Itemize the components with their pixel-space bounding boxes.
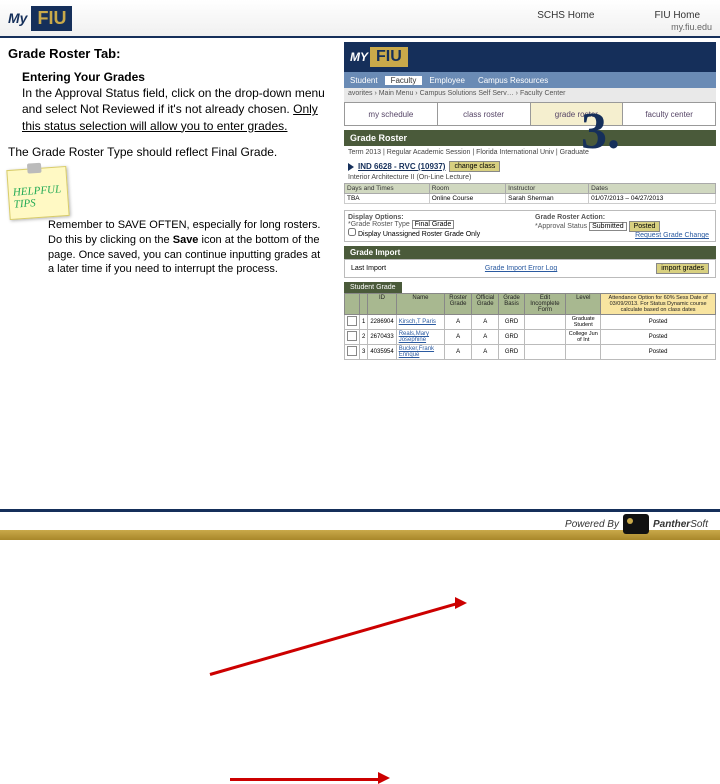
import-error-log-link[interactable]: Grade Import Error Log bbox=[485, 265, 557, 272]
entering-grades-heading: Entering Your Grades bbox=[22, 69, 328, 85]
app-banner: MY FIU bbox=[344, 42, 716, 72]
display-options: Display Options: *Grade Roster Type Fina… bbox=[344, 210, 716, 242]
tab-student[interactable]: Student bbox=[344, 76, 384, 85]
student-grade-tab[interactable]: Student Grade bbox=[344, 282, 402, 293]
row-checkbox[interactable] bbox=[347, 346, 357, 356]
helpful-tips-icon: HELPFUL TIPS bbox=[6, 166, 69, 220]
grade-import-row: Last Import Grade Import Error Log impor… bbox=[344, 259, 716, 278]
roster-col: Name bbox=[396, 294, 444, 315]
row-checkbox[interactable] bbox=[347, 331, 357, 341]
class-row: IND 6628 - RVC (10937) change class bbox=[344, 159, 716, 174]
term-info: Term 2013 | Regular Academic Session | F… bbox=[344, 146, 716, 159]
class-link[interactable]: IND 6628 - RVC (10937) bbox=[358, 162, 445, 171]
section-title: Grade Roster Tab: bbox=[8, 46, 328, 61]
schedule-table: Days and Times Room Instructor Dates TBA… bbox=[344, 183, 716, 204]
panthersoft-logo: Powered By PantherSoft bbox=[565, 514, 708, 534]
roster-col: Edit Incomplete Form bbox=[524, 294, 566, 315]
roster-col: Official Grade bbox=[472, 294, 499, 315]
course-title: Interior Architecture II (On-Line Lectur… bbox=[344, 174, 716, 181]
tab-employee[interactable]: Employee bbox=[423, 76, 471, 85]
app-screenshot: MY FIU Student Faculty Employee Campus R… bbox=[340, 38, 720, 498]
roster-col: ID bbox=[368, 294, 396, 315]
instruction-text-1a: In the Approval Status field, click on t… bbox=[22, 86, 325, 116]
myfiu-logo: My FIU bbox=[8, 6, 72, 31]
roster-col bbox=[345, 294, 360, 315]
roster-col: Roster Grade bbox=[445, 294, 472, 315]
roster-col: Attendance Option for 60% Sess Date of 0… bbox=[601, 294, 716, 315]
last-import-label: Last Import bbox=[351, 265, 386, 272]
logo-fiu-text: FIU bbox=[31, 6, 72, 31]
col-dates: Dates bbox=[589, 184, 716, 194]
subnav-faculty-center[interactable]: faculty center bbox=[623, 103, 715, 125]
subnav-class-roster[interactable]: class roster bbox=[438, 103, 531, 125]
banner-my: MY bbox=[350, 50, 368, 64]
top-links: SCHS Home FIU Home bbox=[537, 10, 700, 21]
subnav-my-schedule[interactable]: my schedule bbox=[345, 103, 438, 125]
table-row: 34035954Bucker,Frank EnriqueAAGRDPosted bbox=[345, 345, 716, 360]
col-instructor: Instructor bbox=[506, 184, 589, 194]
fiu-home-link[interactable]: FIU Home bbox=[654, 10, 700, 21]
roster-action-label: Grade Roster Action: bbox=[535, 214, 712, 221]
tab-campus-resources[interactable]: Campus Resources bbox=[472, 76, 554, 85]
unassigned-checkbox[interactable] bbox=[348, 228, 356, 236]
grade-roster-header: Grade Roster bbox=[344, 130, 716, 146]
roster-col: Level bbox=[566, 294, 601, 315]
approval-status-select[interactable]: Submitted bbox=[589, 222, 627, 231]
roster-col bbox=[360, 294, 368, 315]
primary-tabs: Student Faculty Employee Campus Resource… bbox=[344, 72, 716, 88]
instruction-text-2: The Grade Roster Type should reflect Fin… bbox=[8, 144, 328, 160]
grt-label: *Grade Roster Type bbox=[348, 221, 410, 228]
col-days: Days and Times bbox=[345, 184, 430, 194]
header-url: my.fiu.edu bbox=[671, 22, 712, 32]
expand-icon[interactable] bbox=[348, 163, 354, 171]
import-grades-button[interactable]: import grades bbox=[656, 263, 709, 274]
logo-my-text: My bbox=[8, 10, 27, 26]
instructions-panel: Grade Roster Tab: Entering Your Grades I… bbox=[0, 38, 340, 498]
tab-faculty[interactable]: Faculty bbox=[385, 76, 423, 85]
request-grade-change-link[interactable]: Request Grade Change bbox=[635, 232, 709, 239]
approval-status-label: *Approval Status bbox=[535, 223, 587, 230]
breadcrumb: avorites › Main Menu › Campus Solutions … bbox=[344, 88, 716, 102]
col-room: Room bbox=[429, 184, 505, 194]
panther-icon bbox=[623, 514, 649, 534]
schs-home-link[interactable]: SCHS Home bbox=[537, 10, 594, 21]
row-checkbox[interactable] bbox=[347, 316, 357, 326]
tip-text: Remember to SAVE OFTEN, especially for l… bbox=[8, 218, 328, 277]
table-row: TBA Online Course Sarah Sherman 01/07/20… bbox=[345, 194, 716, 204]
change-class-button[interactable]: change class bbox=[449, 161, 500, 172]
roster-col: Grade Basis bbox=[499, 294, 524, 315]
roster-table: IDNameRoster GradeOfficial GradeGrade Ba… bbox=[344, 293, 716, 360]
footer-divider bbox=[0, 509, 720, 512]
table-row: 12286904Kirsch,T ParisAAGRDGraduate Stud… bbox=[345, 315, 716, 330]
grade-import-header: Grade Import bbox=[344, 246, 716, 259]
banner-fiu: FIU bbox=[370, 47, 408, 67]
posted-button[interactable]: Posted bbox=[629, 221, 661, 232]
unassigned-label: Display Unassigned Roster Grade Only bbox=[358, 231, 480, 238]
top-header: My FIU SCHS Home FIU Home my.fiu.edu bbox=[0, 0, 720, 38]
sub-nav: my schedule class roster grade roster fa… bbox=[344, 102, 716, 126]
step-number: 3. bbox=[581, 102, 620, 161]
table-row: 22670433Reals,Mary JosephineAAGRDCollege… bbox=[345, 330, 716, 345]
